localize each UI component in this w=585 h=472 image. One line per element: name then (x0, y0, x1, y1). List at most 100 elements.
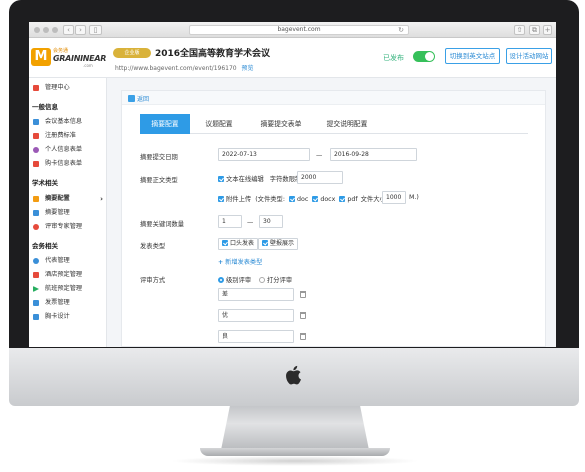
attach-option: 附件上传 (文件类型: doc docx pdf 文件大小不超过 (218, 194, 405, 203)
sidebar-item-label: 管理中心 (45, 84, 70, 91)
reload-icon[interactable]: ↻ (398, 26, 404, 34)
keywords-min-input[interactable]: 1 (218, 215, 242, 228)
sidebar-item-abstract-config[interactable]: 摘要配置 › (29, 193, 107, 205)
abstract-config-icon (33, 196, 39, 202)
radio-selected-icon[interactable] (218, 277, 224, 283)
checkbox-checked-icon[interactable] (339, 196, 346, 202)
grade-input[interactable]: 优 (218, 309, 294, 322)
logo-cn-text: 会务通 (53, 48, 69, 54)
add-pub-type-link[interactable]: + 新增发表类型 (218, 257, 262, 266)
logo-en-text: GRAININEAR (53, 54, 107, 63)
pub-poster-label: 壁报展示 (270, 240, 295, 247)
text-online-label: 文本在线编辑 (226, 176, 264, 183)
new-tab-icon[interactable]: + (543, 25, 552, 35)
date-start-input[interactable]: 2022-07-13 (218, 148, 310, 161)
attach-label: 附件上传 (226, 196, 252, 203)
design-site-button[interactable]: 设计活动网站 (506, 48, 552, 64)
trash-icon[interactable] (300, 333, 306, 340)
sidebar-group-meeting: 会务相关 (32, 242, 58, 250)
back-link[interactable]: 返回 (128, 94, 149, 103)
window-close-icon[interactable] (34, 27, 40, 33)
checkbox-checked-icon[interactable] (218, 196, 224, 202)
abstract-manage-icon (33, 210, 39, 216)
date-separator: — (316, 152, 323, 159)
sidebar-item-label: 摘要配置 (45, 195, 70, 202)
trash-icon[interactable] (300, 291, 306, 298)
grade-input[interactable]: 良 (218, 330, 294, 343)
tab-abstract-config[interactable]: 摘要配置 (140, 114, 190, 134)
invoice-icon (33, 300, 39, 306)
address-bar[interactable]: bagevent.com ↻ (189, 25, 409, 35)
event-url: http://www.bagevent.com/event/196170 预览 (115, 63, 254, 72)
logo-com-text: .com (83, 63, 93, 68)
site-logo[interactable]: M 会务通 GRAININEAR .com (31, 46, 107, 68)
sidebar-item-dashboard[interactable]: 管理中心 (29, 82, 107, 94)
sidebar-item-fees[interactable]: 注册费标准 (29, 130, 107, 142)
info-icon (33, 119, 39, 125)
tab-submission-instructions[interactable]: 提交说明配置 (314, 114, 380, 134)
sidebar-item-reviewer-manage[interactable]: 评审专家管理 (29, 221, 107, 233)
checkbox-checked-icon[interactable] (289, 196, 295, 202)
flag-icon (33, 286, 39, 292)
sidebar-toggle-icon[interactable]: ▯ (89, 25, 102, 35)
switch-english-site-button[interactable]: 切换到英文站点 (445, 48, 500, 64)
back-bar: 返回 (122, 91, 545, 105)
sidebar-item-invoice[interactable]: 发票管理 (29, 297, 107, 309)
grade-input[interactable]: 差 (218, 288, 294, 301)
radio-unselected-icon[interactable] (259, 277, 265, 283)
tab-submission-form[interactable]: 摘要提交表单 (248, 114, 314, 134)
checkbox-checked-icon[interactable] (312, 196, 319, 202)
checkbox-checked-icon[interactable] (218, 176, 224, 182)
window-zoom-icon[interactable] (52, 27, 58, 33)
browser-toolbar: ‹ › ▯ bagevent.com ↻ ⇧ ⧉ + (29, 22, 556, 38)
trash-icon[interactable] (300, 312, 306, 319)
sidebar-item-label: 评审专家管理 (45, 223, 83, 230)
back-icon (128, 95, 135, 102)
tab-topic-config[interactable]: 议题配置 (190, 114, 248, 134)
body-type-label: 摘要正文类型 (140, 177, 178, 184)
sidebar: 管理中心 一般信息 会议基本信息 注册费标准 个人信息表单 购卡信息表单 学术相… (29, 78, 107, 347)
file-size-input[interactable]: 1000 (382, 191, 406, 204)
sidebar-item-abstract-manage[interactable]: 摘要管理 (29, 207, 107, 219)
sidebar-item-label: 购卡信息表单 (45, 160, 83, 167)
sidebar-item-label: 发票管理 (45, 299, 70, 306)
sidebar-item-delegates[interactable]: 代表管理 (29, 255, 107, 267)
back-arrow-icon[interactable]: ‹ (63, 25, 74, 35)
sidebar-item-label: 胸卡设计 (45, 313, 70, 320)
sidebar-item-basic-info[interactable]: 会议基本信息 (29, 116, 107, 128)
window-minimize-icon[interactable] (43, 27, 49, 33)
pub-oral-label: 口头发表 (230, 240, 255, 247)
back-label: 返回 (137, 96, 150, 103)
sidebar-item-flight[interactable]: 航班预定管理 (29, 283, 107, 295)
file-size-unit: M.) (409, 194, 419, 201)
keywords-max-input[interactable]: 30 (259, 215, 283, 228)
event-url-text[interactable]: http://www.bagevent.com/event/196170 (115, 65, 237, 72)
card-icon (33, 161, 39, 167)
keywords-separator: — (247, 219, 254, 226)
person-icon (33, 147, 39, 153)
preview-link[interactable]: 预览 (242, 65, 254, 72)
publish-toggle[interactable] (413, 51, 435, 62)
sidebar-item-card-form[interactable]: 购卡信息表单 (29, 158, 107, 170)
date-end-input[interactable]: 2016-09-28 (330, 148, 417, 161)
main-panel: 返回 摘要配置 议题配置 摘要提交表单 提交说明配置 摘要提交日期 2022-0… (121, 90, 546, 347)
sidebar-item-personal-form[interactable]: 个人信息表单 (29, 144, 107, 156)
word-limit-input[interactable]: 2000 (297, 171, 343, 184)
text-online-option[interactable]: 文本在线编辑 字符数限制 (218, 174, 301, 183)
sidebar-item-label: 个人信息表单 (45, 146, 83, 153)
review-grade-label: 级别评审 (226, 277, 252, 284)
monitor-chin (9, 348, 579, 406)
sidebar-item-hotel[interactable]: 酒店预定管理 (29, 269, 107, 281)
sidebar-item-badge-design[interactable]: 胸卡设计 (29, 311, 107, 323)
fee-icon (33, 133, 39, 139)
sidebar-group-general: 一般信息 (32, 103, 58, 111)
forward-arrow-icon[interactable]: › (75, 25, 86, 35)
review-grade-option[interactable]: 级别评审 (218, 275, 251, 284)
stand-shadow (170, 456, 420, 466)
pub-type-oral[interactable]: 口头发表 (218, 238, 259, 250)
tabs-icon[interactable]: ⧉ (529, 25, 540, 35)
pub-type-poster[interactable]: 壁报展示 (258, 238, 299, 250)
review-score-option[interactable]: 打分评审 (259, 275, 292, 284)
share-icon[interactable]: ⇧ (514, 25, 525, 35)
doc-label: doc (297, 196, 309, 203)
